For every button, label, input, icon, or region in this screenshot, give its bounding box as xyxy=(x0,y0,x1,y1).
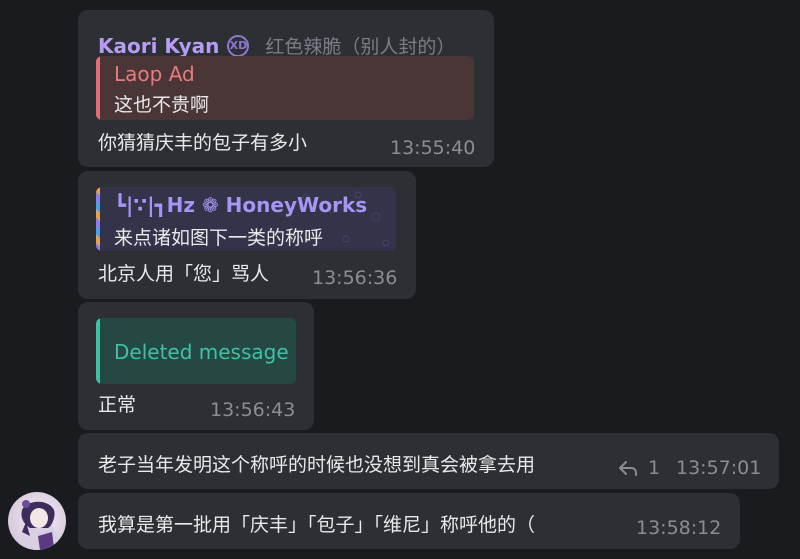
quote-author: ┗|∵|┓Hz ❁ HoneyWorks xyxy=(114,193,368,217)
quote-text: 这也不贵啊 xyxy=(114,94,210,116)
message-bubble[interactable]: Kaori Kyan XD 红色辣脆（别人封的） Laop Ad 这也不贵啊 你… xyxy=(78,10,494,167)
message-timestamp: 13:55:40 xyxy=(390,137,476,159)
quote-author: Laop Ad xyxy=(114,62,195,86)
message-bubble[interactable]: 我算是第一批用「庆丰」「包子」「维尼」称呼他的（ 13:58:12 xyxy=(78,493,740,549)
sender-header: Kaori Kyan XD 红色辣脆（别人封的） xyxy=(98,32,455,59)
sender-name[interactable]: Kaori Kyan xyxy=(98,34,219,58)
message-text: 正常 xyxy=(98,394,137,416)
reply-arrow-icon xyxy=(619,461,637,476)
reply-quote[interactable]: Laop Ad 这也不贵啊 xyxy=(96,56,474,120)
sender-title: 红色辣脆（别人封的） xyxy=(265,36,456,58)
message-text: 你猜猜庆丰的包子有多小 xyxy=(98,132,308,154)
message-text: 北京人用「您」骂人 xyxy=(98,263,270,285)
message-bubble[interactable]: 老子当年发明这个称呼的时候也没想到真会被拿去用 1 13:57:01 xyxy=(78,433,779,489)
message-timestamp: 13:56:43 xyxy=(210,399,296,421)
quote-accent-bar xyxy=(96,56,100,120)
message-timestamp: 13:57:01 xyxy=(676,457,762,479)
replies-indicator[interactable]: 1 xyxy=(618,457,660,479)
message-bubble[interactable]: Deleted message 正常 13:56:43 xyxy=(78,302,314,430)
deleted-message-label: Deleted message xyxy=(114,340,289,364)
chat-history: Kaori Kyan XD 红色辣脆（别人封的） Laop Ad 这也不贵啊 你… xyxy=(0,0,800,559)
message-timestamp: 13:56:36 xyxy=(312,267,398,289)
reply-quote[interactable]: ┗|∵|┓Hz ❁ HoneyWorks 来点诸如图下一类的称呼 xyxy=(96,187,396,251)
quote-text: 来点诸如图下一类的称呼 xyxy=(114,227,324,249)
user-avatar[interactable] xyxy=(8,492,66,550)
message-text: 老子当年发明这个称呼的时候也没想到真会被拿去用 xyxy=(98,454,536,476)
message-bubble[interactable]: ┗|∵|┓Hz ❁ HoneyWorks 来点诸如图下一类的称呼 北京人用「您」… xyxy=(78,171,416,299)
avatar-illustration xyxy=(18,500,60,550)
reply-quote[interactable]: Deleted message xyxy=(96,318,296,384)
xd-badge-icon: XD xyxy=(227,34,250,57)
quote-accent-bar xyxy=(96,318,100,384)
message-text: 我算是第一批用「庆丰」「包子」「维尼」称呼他的（ xyxy=(98,514,536,536)
message-timestamp: 13:58:12 xyxy=(636,517,722,539)
reply-count: 1 xyxy=(648,457,661,479)
